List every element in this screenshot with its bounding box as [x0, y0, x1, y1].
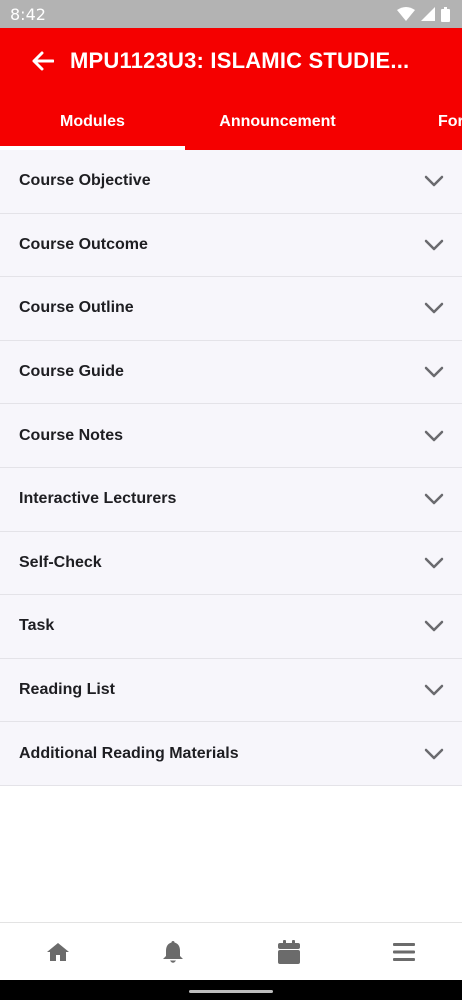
arrow-left-icon	[32, 51, 54, 71]
module-item-label: Course Notes	[19, 426, 124, 444]
app-bar: MPU1123U3: ISLAMIC STUDIE...	[0, 28, 462, 94]
status-bar: 8:42	[0, 0, 462, 28]
module-item-task[interactable]: Task	[0, 595, 462, 659]
tab-announcement[interactable]: Announcement	[185, 94, 370, 150]
calendar-icon	[277, 939, 300, 964]
nav-notifications[interactable]	[116, 923, 232, 981]
module-item-course-guide[interactable]: Course Guide	[0, 340, 462, 405]
status-time: 8:42	[10, 4, 46, 24]
chevron-down-icon[interactable]	[423, 425, 445, 447]
module-item-label: Reading List	[19, 681, 116, 699]
chevron-down-icon[interactable]	[423, 361, 445, 383]
module-item-course-notes[interactable]: Course Notes	[0, 404, 462, 468]
tab-modules[interactable]: Modules	[0, 94, 185, 150]
nav-home[interactable]	[0, 923, 116, 981]
module-item-additional-reading-materials[interactable]: Additional Reading Materials	[0, 722, 462, 786]
tab-bar: Modules Announcement Forum	[0, 94, 462, 150]
module-item-label: Self-Check	[19, 553, 102, 571]
module-item-label: Course Objective	[19, 172, 151, 190]
module-item-label: Task	[19, 617, 55, 635]
wifi-icon	[397, 7, 415, 21]
module-item-label: Course Outcome	[19, 235, 148, 253]
home-icon	[46, 942, 69, 961]
module-item-label: Course Guide	[19, 363, 124, 381]
module-item-course-objective[interactable]: Course Objective	[0, 150, 462, 214]
chevron-down-icon[interactable]	[423, 297, 445, 319]
module-item-label: Interactive Lecturers	[19, 490, 177, 508]
page-title: MPU1123U3: ISLAMIC STUDIE...	[70, 48, 410, 73]
signal-icon	[421, 7, 435, 21]
chevron-down-icon[interactable]	[423, 743, 445, 765]
module-item-self-check[interactable]: Self-Check	[0, 531, 462, 596]
module-item-course-outcome[interactable]: Course Outcome	[0, 213, 462, 278]
module-item-course-outline[interactable]: Course Outline	[0, 277, 462, 341]
bell-icon	[163, 940, 184, 963]
status-icons	[397, 6, 450, 22]
chevron-down-icon[interactable]	[423, 615, 445, 637]
bottom-nav	[0, 922, 462, 980]
chevron-down-icon[interactable]	[423, 552, 445, 574]
nav-menu[interactable]	[347, 923, 462, 981]
tab-forum[interactable]: Forum	[370, 94, 462, 150]
menu-icon	[393, 942, 416, 961]
module-list: Course Objective Course Outcome Course O…	[0, 150, 462, 786]
module-item-reading-list[interactable]: Reading List	[0, 658, 462, 723]
module-item-label: Additional Reading Materials	[19, 744, 239, 762]
chevron-down-icon[interactable]	[423, 679, 445, 701]
gesture-bar	[0, 980, 462, 1000]
module-item-interactive-lecturers[interactable]: Interactive Lecturers	[0, 467, 462, 532]
chevron-down-icon[interactable]	[423, 488, 445, 510]
nav-calendar[interactable]	[231, 923, 347, 981]
gesture-handle[interactable]	[189, 990, 273, 993]
battery-icon	[441, 6, 450, 22]
chevron-down-icon[interactable]	[423, 234, 445, 256]
back-button[interactable]	[0, 28, 70, 94]
chevron-down-icon[interactable]	[423, 170, 445, 192]
module-item-label: Course Outline	[19, 299, 134, 317]
